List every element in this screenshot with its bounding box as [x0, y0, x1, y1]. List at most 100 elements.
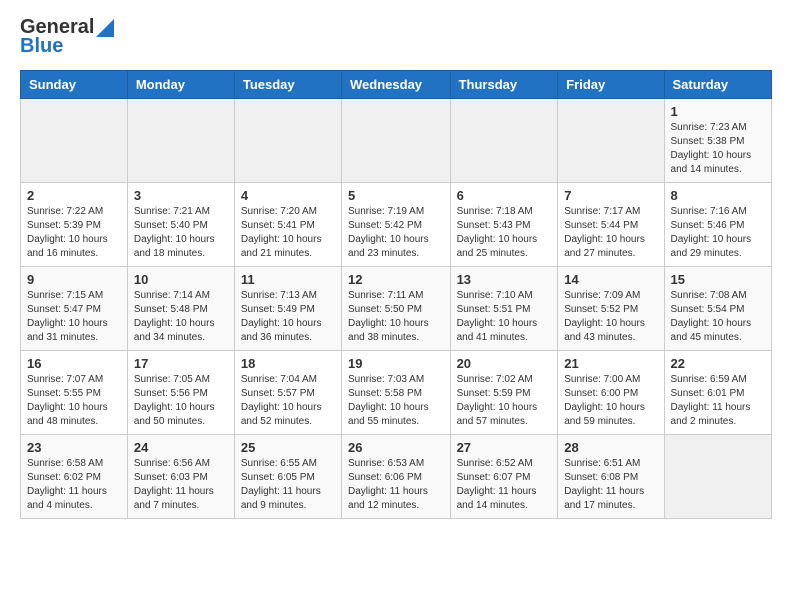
calendar-cell: 22Sunrise: 6:59 AM Sunset: 6:01 PM Dayli… — [664, 351, 771, 435]
calendar-cell: 3Sunrise: 7:21 AM Sunset: 5:40 PM Daylig… — [127, 183, 234, 267]
day-number: 23 — [27, 440, 121, 455]
calendar-header-saturday: Saturday — [664, 71, 771, 99]
calendar-cell: 25 Sunrise: 6:55 AM Sunset: 6:05 PM Dayli… — [234, 435, 341, 519]
day-info: Sunrise: 7:20 AM Sunset: 5:41 PM Dayligh… — [241, 205, 335, 261]
calendar-cell: 7 Sunrise: 7:17 AM Sunset: 5:44 PM Daylig… — [558, 183, 664, 267]
calendar-cell: 12Sunrise: 7:11 AM Sunset: 5:50 PM Dayli… — [342, 267, 451, 351]
day-number: 15 — [671, 272, 765, 287]
day-info: Sunrise: 7:00 AM Sunset: 6:00 PM Dayligh… — [564, 373, 657, 429]
calendar-cell: 24 Sunrise: 6:56 AM Sunset: 6:03 PM Dayli… — [127, 435, 234, 519]
calendar-cell: 19 Sunrise: 7:03 AM Sunset: 5:58 PM Dayli… — [342, 351, 451, 435]
day-info: Sunrise: 7:14 AM Sunset: 5:48 PM Dayligh… — [134, 289, 228, 345]
calendar-week-row: 1 Sunrise: 7:23 AM Sunset: 5:38 PM Daylig… — [21, 99, 772, 183]
day-info: Sunrise: 7:17 AM Sunset: 5:44 PM Dayligh… — [564, 205, 657, 261]
day-number: 22 — [671, 356, 765, 371]
calendar-header-tuesday: Tuesday — [234, 71, 341, 99]
day-number: 26 — [348, 440, 444, 455]
calendar-cell: 27Sunrise: 6:52 AM Sunset: 6:07 PM Dayli… — [450, 435, 558, 519]
day-number: 7 — [564, 188, 657, 203]
day-info: Sunrise: 7:19 AM Sunset: 5:42 PM Dayligh… — [348, 205, 444, 261]
day-info: Sunrise: 7:23 AM Sunset: 5:38 PM Dayligh… — [671, 121, 765, 177]
calendar-header-friday: Friday — [558, 71, 664, 99]
calendar-header-sunday: Sunday — [21, 71, 128, 99]
day-number: 8 — [671, 188, 765, 203]
day-number: 17 — [134, 356, 228, 371]
day-info: Sunrise: 6:51 AM Sunset: 6:08 PM Dayligh… — [564, 457, 657, 513]
day-info: Sunrise: 7:08 AM Sunset: 5:54 PM Dayligh… — [671, 289, 765, 345]
calendar-cell: 16 Sunrise: 7:07 AM Sunset: 5:55 PM Dayli… — [21, 351, 128, 435]
calendar-cell: 20 Sunrise: 7:02 AM Sunset: 5:59 PM Dayli… — [450, 351, 558, 435]
day-number: 18 — [241, 356, 335, 371]
calendar-cell: 11 Sunrise: 7:13 AM Sunset: 5:49 PM Dayli… — [234, 267, 341, 351]
calendar-cell: 10 Sunrise: 7:14 AM Sunset: 5:48 PM Dayli… — [127, 267, 234, 351]
calendar-cell — [234, 99, 341, 183]
calendar-cell: 5 Sunrise: 7:19 AM Sunset: 5:42 PM Daylig… — [342, 183, 451, 267]
day-info: Sunrise: 6:55 AM Sunset: 6:05 PM Dayligh… — [241, 457, 335, 513]
calendar-cell: 15 Sunrise: 7:08 AM Sunset: 5:54 PM Dayli… — [664, 267, 771, 351]
day-info: Sunrise: 6:52 AM Sunset: 6:07 PM Dayligh… — [457, 457, 552, 513]
day-info: Sunrise: 6:56 AM Sunset: 6:03 PM Dayligh… — [134, 457, 228, 513]
day-info: Sunrise: 7:07 AM Sunset: 5:55 PM Dayligh… — [27, 373, 121, 429]
calendar-week-row: 9Sunrise: 7:15 AM Sunset: 5:47 PM Daylig… — [21, 267, 772, 351]
day-info: Sunrise: 7:15 AM Sunset: 5:47 PM Dayligh… — [27, 289, 121, 345]
day-number: 12 — [348, 272, 444, 287]
calendar-cell — [127, 99, 234, 183]
day-info: Sunrise: 7:03 AM Sunset: 5:58 PM Dayligh… — [348, 373, 444, 429]
calendar-cell: 14 Sunrise: 7:09 AM Sunset: 5:52 PM Dayli… — [558, 267, 664, 351]
day-number: 10 — [134, 272, 228, 287]
calendar-cell — [21, 99, 128, 183]
day-info: Sunrise: 7:10 AM Sunset: 5:51 PM Dayligh… — [457, 289, 552, 345]
calendar-cell: 17 Sunrise: 7:05 AM Sunset: 5:56 PM Dayli… — [127, 351, 234, 435]
day-number: 16 — [27, 356, 121, 371]
calendar-cell: 2 Sunrise: 7:22 AM Sunset: 5:39 PM Daylig… — [21, 183, 128, 267]
day-number: 4 — [241, 188, 335, 203]
calendar-cell — [450, 99, 558, 183]
day-info: Sunrise: 7:22 AM Sunset: 5:39 PM Dayligh… — [27, 205, 121, 261]
calendar-cell: 8 Sunrise: 7:16 AM Sunset: 5:46 PM Daylig… — [664, 183, 771, 267]
day-info: Sunrise: 7:05 AM Sunset: 5:56 PM Dayligh… — [134, 373, 228, 429]
day-number: 1 — [671, 104, 765, 119]
day-number: 21 — [564, 356, 657, 371]
day-number: 11 — [241, 272, 335, 287]
day-info: Sunrise: 7:21 AM Sunset: 5:40 PM Dayligh… — [134, 205, 228, 261]
day-number: 25 — [241, 440, 335, 455]
calendar-cell: 23 Sunrise: 6:58 AM Sunset: 6:02 PM Dayli… — [21, 435, 128, 519]
calendar-cell: 6 Sunrise: 7:18 AM Sunset: 5:43 PM Daylig… — [450, 183, 558, 267]
calendar-cell — [664, 435, 771, 519]
day-number: 14 — [564, 272, 657, 287]
calendar-cell — [558, 99, 664, 183]
calendar-header-wednesday: Wednesday — [342, 71, 451, 99]
calendar-header-monday: Monday — [127, 71, 234, 99]
day-number: 6 — [457, 188, 552, 203]
day-info: Sunrise: 7:18 AM Sunset: 5:43 PM Dayligh… — [457, 205, 552, 261]
day-number: 2 — [27, 188, 121, 203]
calendar-cell: 9Sunrise: 7:15 AM Sunset: 5:47 PM Daylig… — [21, 267, 128, 351]
calendar-week-row: 16 Sunrise: 7:07 AM Sunset: 5:55 PM Dayli… — [21, 351, 772, 435]
calendar-cell: 1 Sunrise: 7:23 AM Sunset: 5:38 PM Daylig… — [664, 99, 771, 183]
page-header: General Blue — [20, 16, 772, 58]
day-number: 24 — [134, 440, 228, 455]
logo-icon — [96, 19, 114, 37]
calendar-cell: 26 Sunrise: 6:53 AM Sunset: 6:06 PM Dayli… — [342, 435, 451, 519]
day-info: Sunrise: 7:04 AM Sunset: 5:57 PM Dayligh… — [241, 373, 335, 429]
day-number: 19 — [348, 356, 444, 371]
day-info: Sunrise: 6:58 AM Sunset: 6:02 PM Dayligh… — [27, 457, 121, 513]
calendar-week-row: 23 Sunrise: 6:58 AM Sunset: 6:02 PM Dayli… — [21, 435, 772, 519]
day-number: 13 — [457, 272, 552, 287]
day-number: 5 — [348, 188, 444, 203]
day-number: 28 — [564, 440, 657, 455]
calendar-cell: 18 Sunrise: 7:04 AM Sunset: 5:57 PM Dayli… — [234, 351, 341, 435]
calendar-cell: 13 Sunrise: 7:10 AM Sunset: 5:51 PM Dayli… — [450, 267, 558, 351]
day-info: Sunrise: 6:53 AM Sunset: 6:06 PM Dayligh… — [348, 457, 444, 513]
calendar-header-row: SundayMondayTuesdayWednesdayThursdayFrid… — [21, 71, 772, 99]
calendar-cell — [342, 99, 451, 183]
day-info: Sunrise: 7:09 AM Sunset: 5:52 PM Dayligh… — [564, 289, 657, 345]
day-info: Sunrise: 7:13 AM Sunset: 5:49 PM Dayligh… — [241, 289, 335, 345]
calendar-header-thursday: Thursday — [450, 71, 558, 99]
day-info: Sunrise: 7:02 AM Sunset: 5:59 PM Dayligh… — [457, 373, 552, 429]
day-number: 20 — [457, 356, 552, 371]
day-info: Sunrise: 7:16 AM Sunset: 5:46 PM Dayligh… — [671, 205, 765, 261]
calendar-cell: 21 Sunrise: 7:00 AM Sunset: 6:00 PM Dayli… — [558, 351, 664, 435]
calendar-week-row: 2 Sunrise: 7:22 AM Sunset: 5:39 PM Daylig… — [21, 183, 772, 267]
calendar-cell: 28 Sunrise: 6:51 AM Sunset: 6:08 PM Dayli… — [558, 435, 664, 519]
